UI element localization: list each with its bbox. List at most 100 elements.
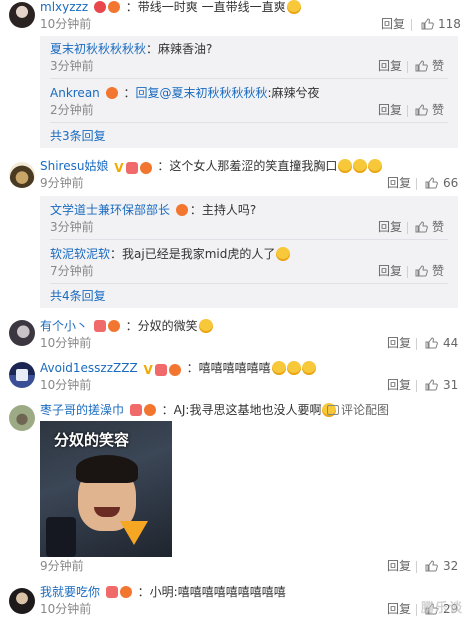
- thumbs-up-icon[interactable]: [415, 221, 428, 233]
- fan-icon: [125, 162, 138, 174]
- fan-icon: [129, 404, 142, 416]
- comment-image[interactable]: 分奴的笑容: [40, 421, 172, 557]
- reply-button[interactable]: 回复: [378, 102, 402, 118]
- level-icon: [168, 364, 181, 376]
- comment-time: 10分钟前: [40, 336, 92, 350]
- like-count: 66: [443, 176, 459, 190]
- reply-line: Ankrean ：回复@夏末初秋秋秋秋秋:麻辣兮夜: [50, 85, 320, 101]
- more-replies-link[interactable]: 共4条回复: [50, 288, 106, 304]
- level-icon: [139, 162, 152, 174]
- thumbs-up-icon[interactable]: [425, 177, 438, 189]
- thumbs-up-icon[interactable]: [425, 337, 438, 349]
- reply-button[interactable]: 回复: [381, 16, 405, 32]
- like-count: 118: [438, 17, 461, 31]
- reply-text: ：主持人吗?: [189, 203, 257, 217]
- thumbs-up-icon[interactable]: [421, 18, 434, 30]
- avatar[interactable]: [9, 320, 35, 346]
- emoji-icon: [276, 247, 291, 261]
- level-icon: [119, 586, 132, 598]
- reply-text: ：我aj已经是我家mid虎的人了: [110, 247, 276, 261]
- comment-text: ：AJ:我寻思这基地也没人要啊: [161, 403, 322, 417]
- level-icon: [107, 320, 120, 332]
- reply-button[interactable]: 回复: [387, 558, 411, 574]
- level-icon: [107, 1, 120, 13]
- like-count: 44: [443, 336, 459, 350]
- avatar[interactable]: [9, 588, 35, 614]
- reply-button[interactable]: 回复: [387, 335, 411, 351]
- username[interactable]: 我就要吃你: [40, 585, 100, 599]
- reply-time: 3分钟前: [50, 220, 94, 234]
- thumbs-up-icon[interactable]: [425, 379, 438, 391]
- avatar[interactable]: [9, 362, 35, 388]
- reply-time: 7分钟前: [50, 264, 94, 278]
- mention-link[interactable]: 回复@夏末初秋秋秋秋秋: [135, 86, 267, 100]
- like-count: 31: [443, 378, 459, 392]
- verified-icon: V: [143, 363, 153, 377]
- username[interactable]: Ankrean: [50, 86, 100, 100]
- reply-button[interactable]: 回复: [387, 377, 411, 393]
- comment-text: ：分奴的微笑: [125, 319, 198, 333]
- medal-icon: [93, 1, 106, 13]
- watermark: 腾乐谈: [420, 601, 463, 616]
- reply-button[interactable]: 回复: [387, 601, 411, 617]
- gaming-chair: [46, 517, 76, 557]
- avatar[interactable]: [9, 2, 35, 28]
- username[interactable]: 有个小丶: [40, 319, 88, 333]
- like-label[interactable]: 赞: [432, 219, 444, 235]
- emoji-icon: [271, 361, 286, 375]
- username[interactable]: 夏末初秋秋秋秋秋: [50, 42, 146, 56]
- emoji-icon: [353, 159, 368, 173]
- reply-button[interactable]: 回复: [387, 175, 411, 191]
- divider: [50, 78, 448, 79]
- comment-line: 枣子哥的搓澡巾 ：AJ:我寻思这基地也没人要啊: [40, 402, 337, 418]
- user-badges: [105, 87, 118, 99]
- emoji-icon: [286, 361, 301, 375]
- comment-image-label: 评论配图: [341, 403, 390, 417]
- divider: [416, 178, 417, 190]
- like-label[interactable]: 赞: [432, 58, 444, 74]
- user-badges: V: [114, 162, 152, 174]
- like-label[interactable]: 赞: [432, 263, 444, 279]
- user-badges: [129, 404, 156, 416]
- thumbs-up-icon[interactable]: [415, 60, 428, 72]
- reply-button[interactable]: 回复: [378, 58, 402, 74]
- like-count: 32: [443, 559, 459, 573]
- comment-image-link[interactable]: 评论配图: [327, 402, 389, 418]
- thumbs-up-icon[interactable]: [415, 265, 428, 277]
- comment-text: ：小明:嘻嘻嘻嘻嘻嘻嘻嘻嘻: [137, 585, 286, 599]
- reply-time: 3分钟前: [50, 59, 94, 73]
- reply-text: :麻辣兮夜: [267, 86, 320, 100]
- level-icon: [143, 404, 156, 416]
- comment-text: ：带线一时爽 一直带线一直爽: [125, 0, 286, 14]
- user-badges: [175, 204, 188, 216]
- more-replies-link[interactable]: 共3条回复: [50, 128, 106, 144]
- hair: [76, 455, 138, 483]
- fan-icon: [154, 364, 167, 376]
- like-label[interactable]: 赞: [432, 102, 444, 118]
- reply-button[interactable]: 回复: [378, 263, 402, 279]
- comment-time: 9分钟前: [40, 176, 84, 190]
- reply-time: 2分钟前: [50, 103, 94, 117]
- comment-time: 10分钟前: [40, 602, 92, 616]
- emoji-icon: [338, 159, 353, 173]
- emoji-icon: [368, 159, 383, 173]
- username[interactable]: Shiresu姑娘: [40, 159, 108, 173]
- divider: [407, 105, 408, 117]
- comment-line: Shiresu姑娘 V ：这个女人那羞涩的笑直撞我胸口: [40, 158, 383, 174]
- level-icon: [175, 204, 188, 216]
- divider: [416, 338, 417, 350]
- reply-button[interactable]: 回复: [378, 219, 402, 235]
- image-icon: [327, 405, 339, 415]
- username[interactable]: mlxyzzz: [40, 0, 88, 14]
- user-badges: [93, 320, 120, 332]
- reply-text: ：麻辣香油?: [146, 42, 213, 56]
- username[interactable]: 文学道士兼环保部部长: [50, 203, 170, 217]
- avatar[interactable]: [9, 162, 35, 188]
- thumbs-up-icon[interactable]: [415, 104, 428, 116]
- avatar[interactable]: [9, 405, 35, 431]
- username[interactable]: 软泥软泥软: [50, 247, 110, 261]
- username[interactable]: 枣子哥的搓澡巾: [40, 403, 124, 417]
- thumbs-up-icon[interactable]: [425, 560, 438, 572]
- divider: [50, 283, 448, 284]
- username[interactable]: Avoid1esszzZZZ: [40, 361, 138, 375]
